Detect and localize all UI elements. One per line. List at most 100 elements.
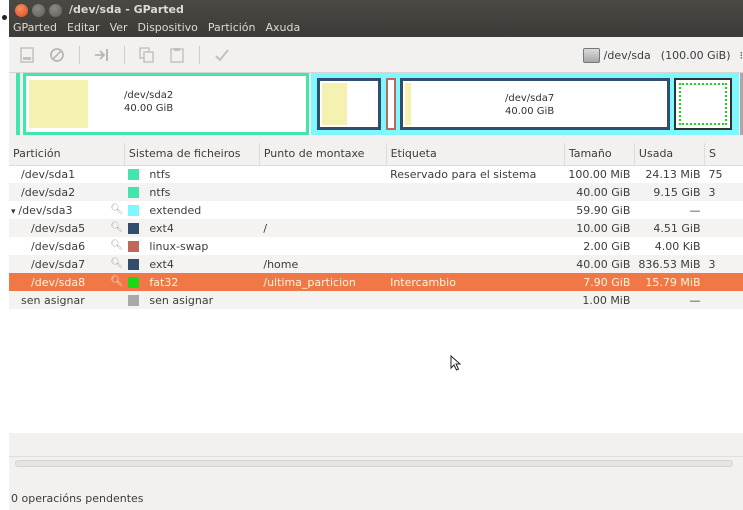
table-row[interactable]: /dev/sda1 ntfs Reservado para el sistema 10… — [9, 165, 743, 183]
table-row[interactable]: /dev/sda2 ntfs 40.00 GiB 9.15 GiB 3 — [9, 183, 743, 201]
partmap-sda8-frame[interactable] — [674, 78, 732, 130]
col-partition[interactable]: Partición — [9, 143, 125, 166]
empty-cell — [634, 327, 704, 345]
col-mountpoint[interactable]: Punto de montaxe — [259, 143, 387, 166]
partition-name: /dev/sda6 — [31, 239, 86, 253]
table-row[interactable]: /dev/sda5 🔍︎ ext4 / 10.00 GiB 4.51 GiB — [9, 219, 743, 237]
cell-label: Intercambio — [386, 273, 565, 291]
cell-used: 24.13 MiB — [645, 167, 701, 181]
filesystem-color-swatch — [128, 223, 140, 234]
filesystem-color-swatch — [128, 169, 140, 181]
copy-icon[interactable] — [139, 47, 155, 63]
partmap-sda7-size: 40.00 GiB — [505, 106, 555, 117]
empty-cell — [705, 399, 743, 417]
menu-particion[interactable]: Partición — [208, 21, 256, 34]
menu-ver[interactable]: Ver — [110, 21, 128, 34]
empty-cell — [124, 327, 259, 345]
filesystem-name: ext4 — [149, 221, 174, 235]
cell-label — [386, 291, 565, 309]
menu-axuda[interactable]: Axuda — [266, 21, 301, 34]
table-row[interactable]: sen asignar sen asignar 1.00 MiB — — [9, 291, 743, 309]
col-used[interactable]: Usada — [634, 143, 706, 166]
empty-cell — [705, 345, 743, 363]
table-header: Partición Sistema de ficheiros Punto de … — [9, 143, 743, 166]
empty-cell — [259, 399, 386, 417]
cell-unused — [705, 237, 743, 255]
col-label[interactable]: Etiqueta — [386, 143, 565, 166]
col-filesystem[interactable]: Sistema de ficheiros — [124, 143, 260, 166]
horizontal-scrollbar[interactable] — [9, 456, 743, 470]
partmap-sda2-text: /dev/sda2 40.00 GiB — [124, 89, 173, 115]
cell-used: — — [634, 291, 705, 309]
cell-partition: /dev/sda6 🔍︎ — [9, 237, 124, 255]
paste-icon[interactable] — [169, 47, 185, 63]
cell-filesystem: extended — [124, 201, 259, 219]
partition-map: /dev/sda2 40.00 GiB /dev/sda7 40.00 GiB — [9, 73, 743, 135]
partmap-sda2[interactable]: /dev/sda2 40.00 GiB — [23, 73, 309, 135]
empty-cell — [9, 381, 124, 399]
partmap-sda5-used — [322, 83, 347, 125]
table-row[interactable]: /dev/sda8 🔍︎ fat32/ultima_particion Interca… — [9, 273, 743, 291]
window-controls — [15, 4, 62, 17]
table-row[interactable]: ▾ /dev/sda3 🔍︎ extended 59.90 GiB — — [9, 201, 743, 219]
empty-cell — [634, 363, 704, 381]
partmap-sda5[interactable] — [317, 78, 381, 130]
empty-cell — [634, 345, 704, 363]
maximize-icon[interactable] — [49, 4, 62, 17]
partition-name: /dev/sda1 — [21, 167, 76, 181]
key-icon: 🔍︎ — [110, 203, 124, 215]
menu-editar[interactable]: Editar — [67, 21, 100, 34]
col-unused[interactable]: S — [704, 143, 743, 166]
new-partition-icon[interactable] — [19, 47, 35, 63]
toolbar-icons — [19, 46, 230, 64]
cell-unused — [704, 273, 743, 291]
mouse-cursor-icon — [450, 355, 462, 371]
partmap-sda2-name: /dev/sda2 — [124, 90, 174, 101]
menu-gparted[interactable]: GParted — [13, 21, 57, 34]
toolbar-separator — [199, 46, 200, 64]
cell-mountpoint: /ultima_particion — [259, 273, 387, 291]
key-icon: 🔍︎ — [110, 257, 124, 269]
filesystem-name: ext4 — [149, 257, 174, 271]
partmap-sda7[interactable]: /dev/sda7 40.00 GiB — [400, 78, 670, 130]
cell-label — [386, 201, 564, 219]
partition-name: sen asignar — [21, 293, 85, 307]
partition-name: /dev/sda3 — [18, 203, 73, 217]
empty-cell — [634, 399, 704, 417]
filesystem-color-swatch — [128, 187, 140, 198]
empty-cell — [705, 309, 743, 327]
cell-label: Reservado para el sistema — [390, 167, 537, 181]
partmap-sda3-extended[interactable]: /dev/sda7 40.00 GiB — [311, 73, 739, 135]
menu-dispositivo[interactable]: Dispositivo — [138, 21, 198, 34]
table-row[interactable]: /dev/sda7 🔍︎ ext4/home 40.00 GiB 836.53 MiB 3 — [9, 255, 743, 273]
close-icon[interactable] — [15, 4, 28, 17]
filesystem-color-swatch — [128, 241, 140, 252]
cell-size: 10.00 GiB — [564, 219, 635, 237]
empty-cell — [634, 309, 704, 327]
cell-label — [386, 219, 565, 237]
filesystem-color-swatch — [128, 259, 140, 270]
resize-icon[interactable] — [94, 47, 110, 63]
cell-mountpoint — [259, 165, 386, 183]
empty-cell — [564, 309, 634, 327]
apply-icon[interactable] — [214, 47, 230, 63]
filesystem-name: extended — [149, 203, 202, 217]
delete-icon[interactable] — [49, 47, 65, 63]
minimize-icon[interactable] — [32, 4, 45, 17]
gparted-window: /dev/sda - GParted GParted Editar Ver Di… — [9, 0, 743, 510]
table-row[interactable]: /dev/sda6 🔍︎ linux-swap 2.00 GiB 4.00 KiB — [9, 237, 743, 255]
status-bar: 0 operacións pendentes — [11, 492, 144, 505]
col-size[interactable]: Tamaño — [564, 143, 635, 166]
cell-filesystem: ntfs — [124, 165, 259, 183]
cell-unused — [704, 219, 743, 237]
empty-row — [9, 399, 743, 417]
partmap-sda1[interactable] — [16, 73, 20, 135]
cell-filesystem: ntfs — [124, 183, 260, 201]
cell-partition: ▾ /dev/sda3 🔍︎ — [9, 201, 124, 219]
scrollbar-thumb[interactable] — [15, 460, 733, 467]
partmap-sda6[interactable] — [386, 78, 396, 130]
cell-used: — — [689, 203, 701, 217]
empty-cell — [9, 399, 124, 417]
cell-filesystem: ext4 — [124, 219, 260, 237]
device-selector[interactable]: /dev/sda (100.00 GiB) ⁝ — [579, 44, 743, 66]
